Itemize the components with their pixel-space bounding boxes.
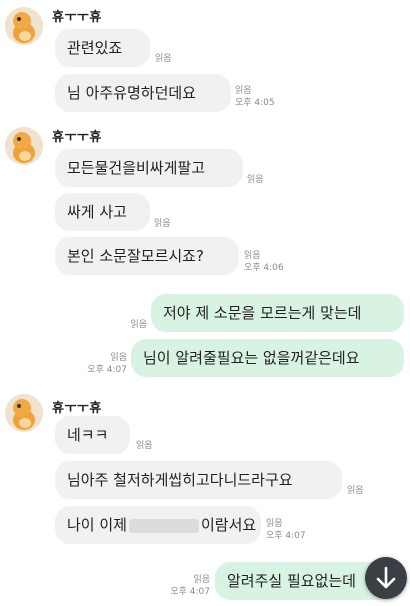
charmander-avatar-icon bbox=[5, 7, 43, 45]
message-bubble[interactable]: 모든물건을비싸게팔고 bbox=[55, 149, 243, 187]
message-time: 오후 4:06 bbox=[244, 263, 284, 273]
message-bubble[interactable]: 네ㅋㅋ bbox=[55, 416, 130, 454]
sender-name: 휴ㅜㅜ휴 bbox=[52, 10, 102, 25]
read-status: 읽음 bbox=[154, 219, 171, 229]
read-status: 읽음 bbox=[247, 175, 264, 185]
message-bubble[interactable]: 본인 소문잘모르시죠? bbox=[55, 237, 239, 275]
read-status: 읽음 bbox=[244, 251, 261, 261]
read-status: 읽음 bbox=[235, 86, 252, 96]
message-bubble[interactable]: 나이 이제 이람서요 bbox=[55, 506, 261, 544]
message-bubble[interactable]: 님이 알려줄필요는 없을꺼같은데요 bbox=[131, 339, 404, 377]
message-text: 이람서요 bbox=[200, 516, 257, 534]
message-time: 오후 4:07 bbox=[266, 531, 306, 541]
message-time: 오후 4:07 bbox=[170, 587, 210, 597]
message-text: 나이 이제 bbox=[67, 516, 127, 534]
read-status: 읽음 bbox=[136, 441, 153, 451]
read-status: 읽음 bbox=[110, 353, 127, 363]
message-bubble[interactable]: 님 아주유명하던데요 bbox=[55, 74, 231, 112]
read-status: 읽음 bbox=[193, 575, 210, 585]
avatar[interactable] bbox=[5, 127, 43, 165]
read-status: 읽음 bbox=[155, 54, 172, 64]
avatar[interactable] bbox=[5, 7, 43, 45]
scroll-to-bottom-button[interactable] bbox=[365, 557, 407, 599]
message-bubble[interactable]: 님아주 철저하게씹히고다니드라구요 bbox=[55, 461, 342, 499]
message-time: 오후 4:05 bbox=[235, 98, 275, 108]
redacted-text bbox=[128, 518, 199, 533]
charmander-avatar-icon bbox=[5, 127, 43, 165]
read-status: 읽음 bbox=[347, 486, 364, 496]
read-status: 읽음 bbox=[130, 320, 147, 330]
message-bubble[interactable]: 관련있죠 bbox=[55, 29, 150, 67]
sender-name: 휴ㅜㅜ휴 bbox=[52, 130, 102, 145]
message-bubble[interactable]: 싸게 사고 bbox=[55, 193, 150, 231]
charmander-avatar-icon bbox=[5, 394, 43, 432]
avatar[interactable] bbox=[5, 394, 43, 432]
sender-name: 휴ㅜㅜ휴 bbox=[52, 401, 102, 416]
message-bubble[interactable]: 저야 제 소문을 모르는게 맞는데 bbox=[151, 294, 404, 332]
read-status: 읽음 bbox=[266, 519, 283, 529]
message-time: 오후 4:07 bbox=[87, 365, 127, 375]
arrow-down-icon bbox=[376, 566, 396, 589]
